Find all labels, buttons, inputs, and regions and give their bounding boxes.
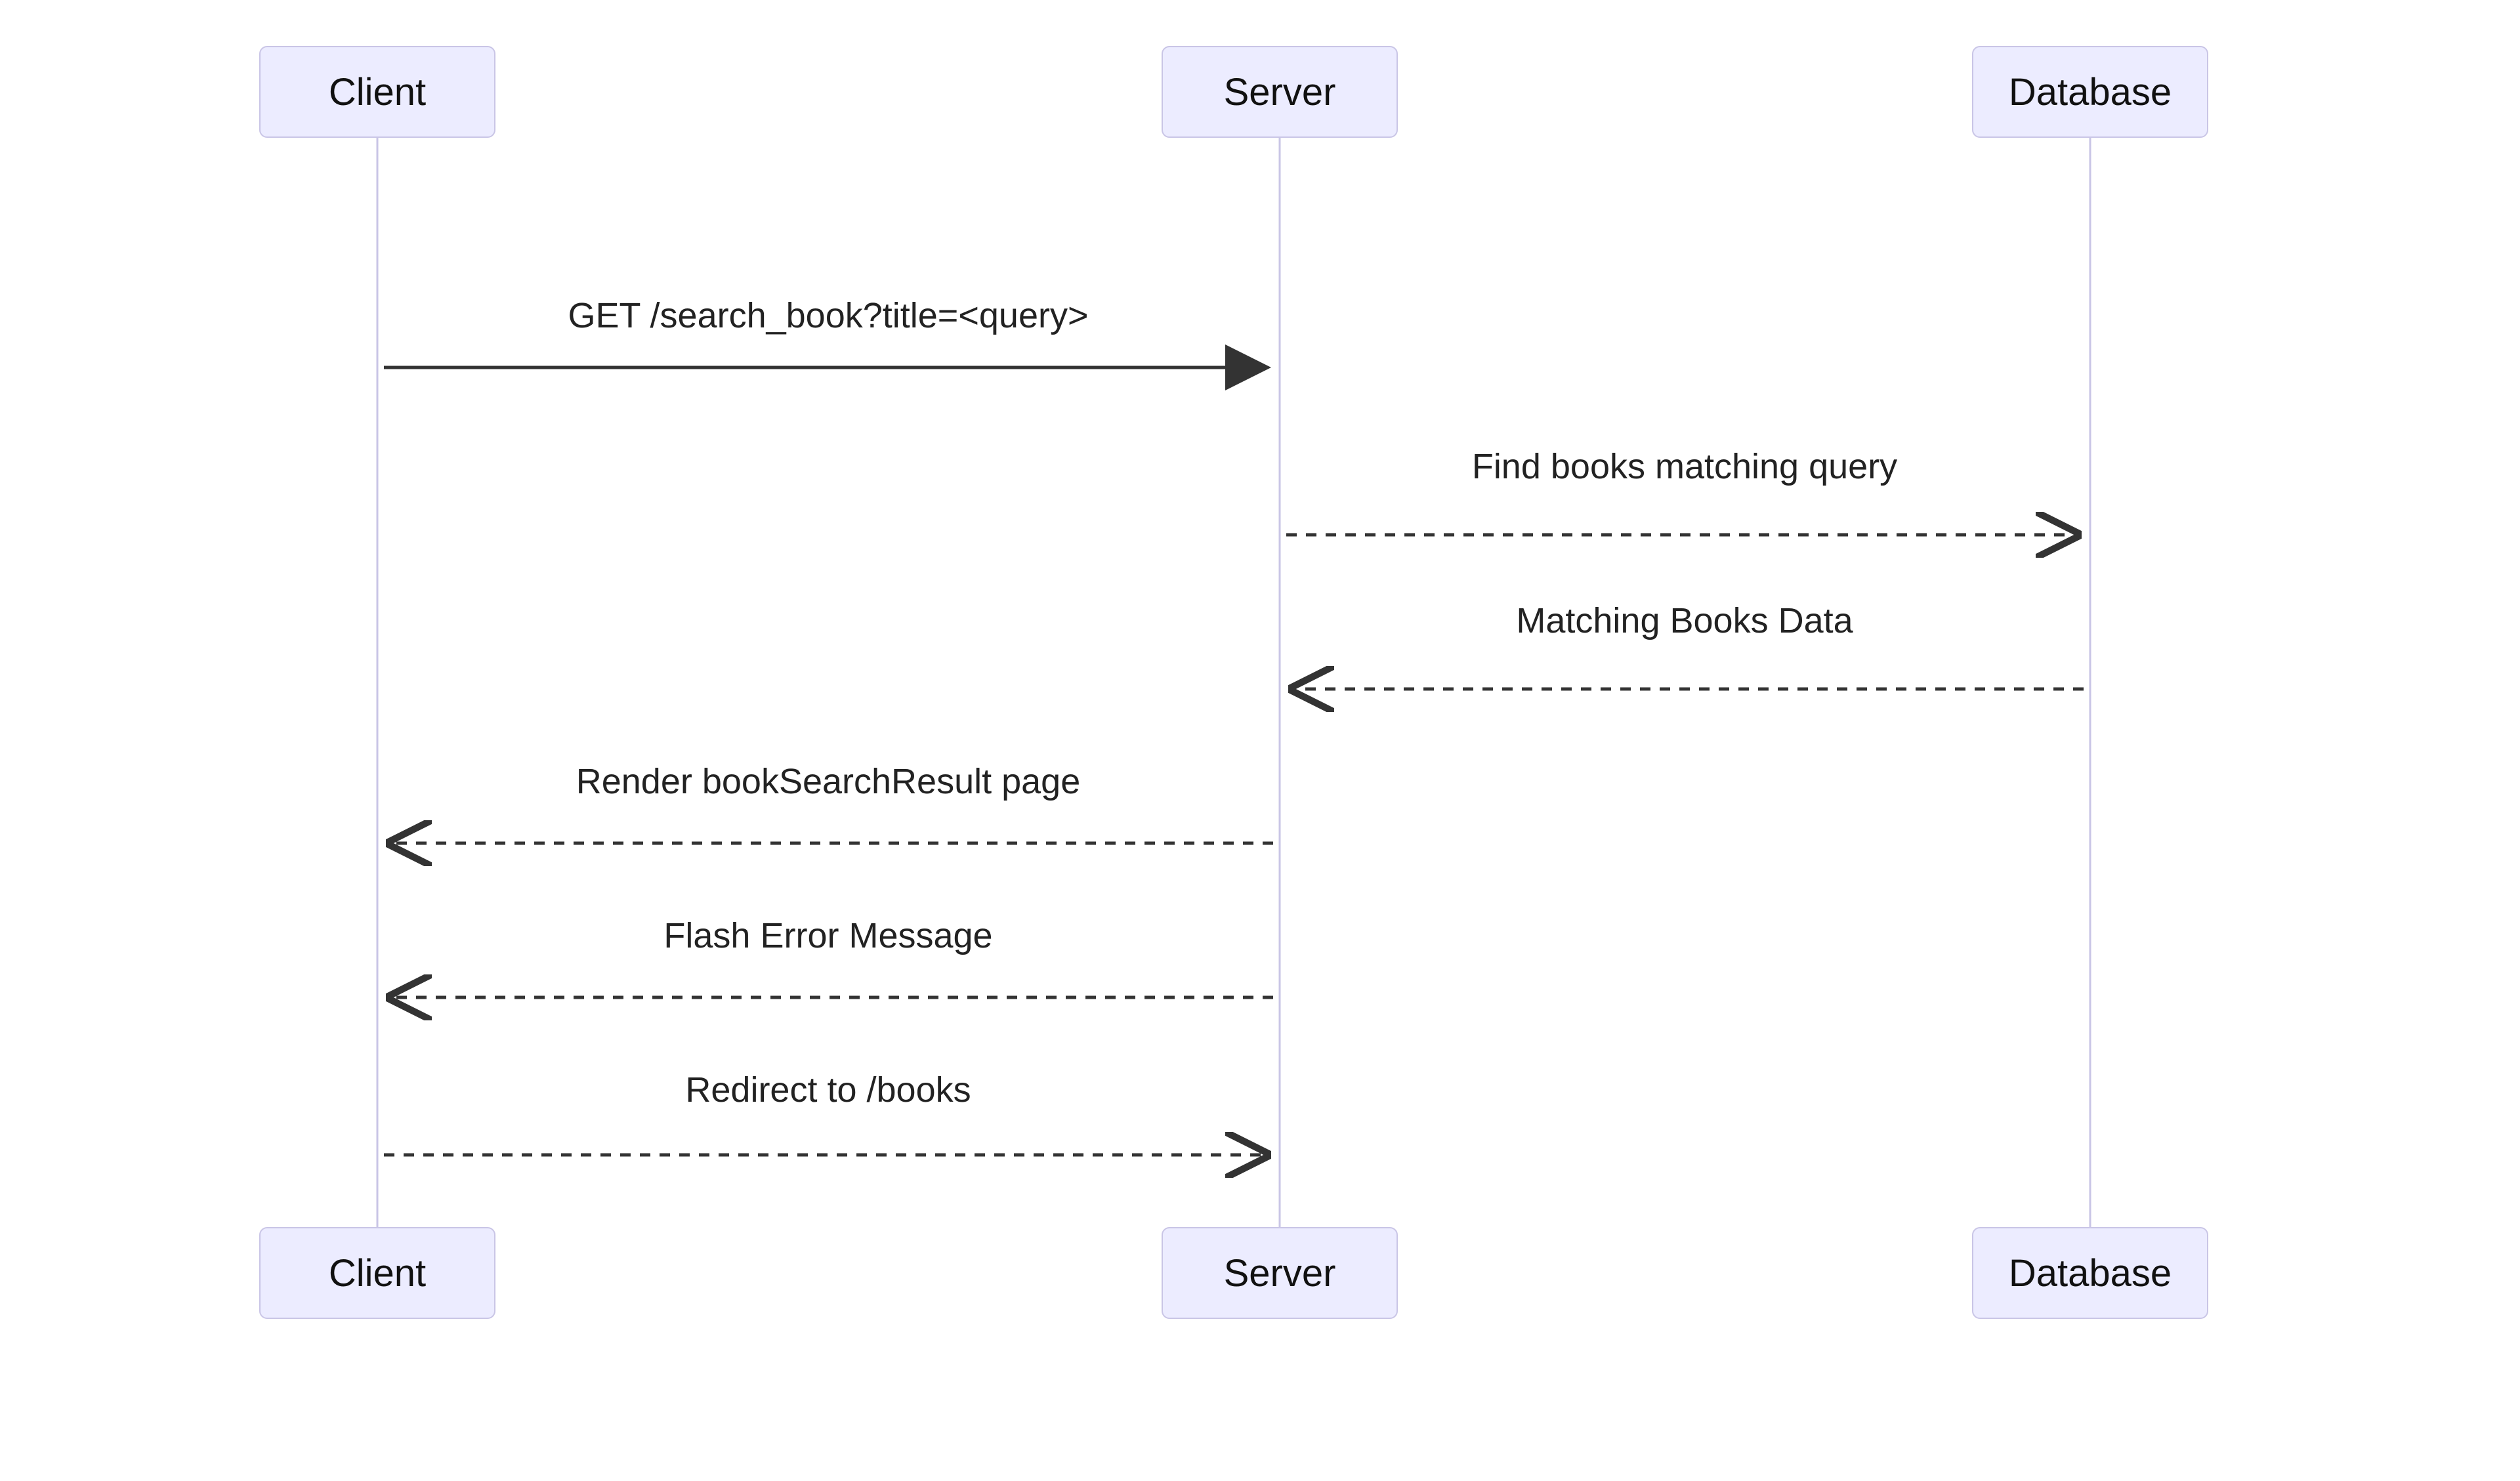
label-m4: Render bookSearchResult page	[576, 761, 1081, 802]
participant-database-top-label: Database	[2009, 70, 2172, 114]
participant-client-bottom-label: Client	[329, 1251, 426, 1295]
participant-server-bottom: Server	[1162, 1227, 1398, 1319]
participant-client-top-label: Client	[329, 70, 426, 114]
label-m3: Matching Books Data	[1516, 600, 1853, 641]
participant-client-bottom: Client	[259, 1227, 495, 1319]
participant-server-bottom-label: Server	[1224, 1251, 1336, 1295]
label-m5: Flash Error Message	[663, 915, 992, 956]
participant-server-top: Server	[1162, 46, 1398, 138]
participant-server-top-label: Server	[1224, 70, 1336, 114]
sequence-diagram: Client Server Database Client Server Dat…	[0, 0, 2520, 1481]
participant-database-bottom: Database	[1972, 1227, 2208, 1319]
label-m1: GET /search_book?title=<query>	[568, 295, 1089, 336]
participant-database-top: Database	[1972, 46, 2208, 138]
participant-database-bottom-label: Database	[2009, 1251, 2172, 1295]
label-m2: Find books matching query	[1472, 446, 1897, 487]
participant-client-top: Client	[259, 46, 495, 138]
label-m6: Redirect to /books	[685, 1070, 971, 1110]
